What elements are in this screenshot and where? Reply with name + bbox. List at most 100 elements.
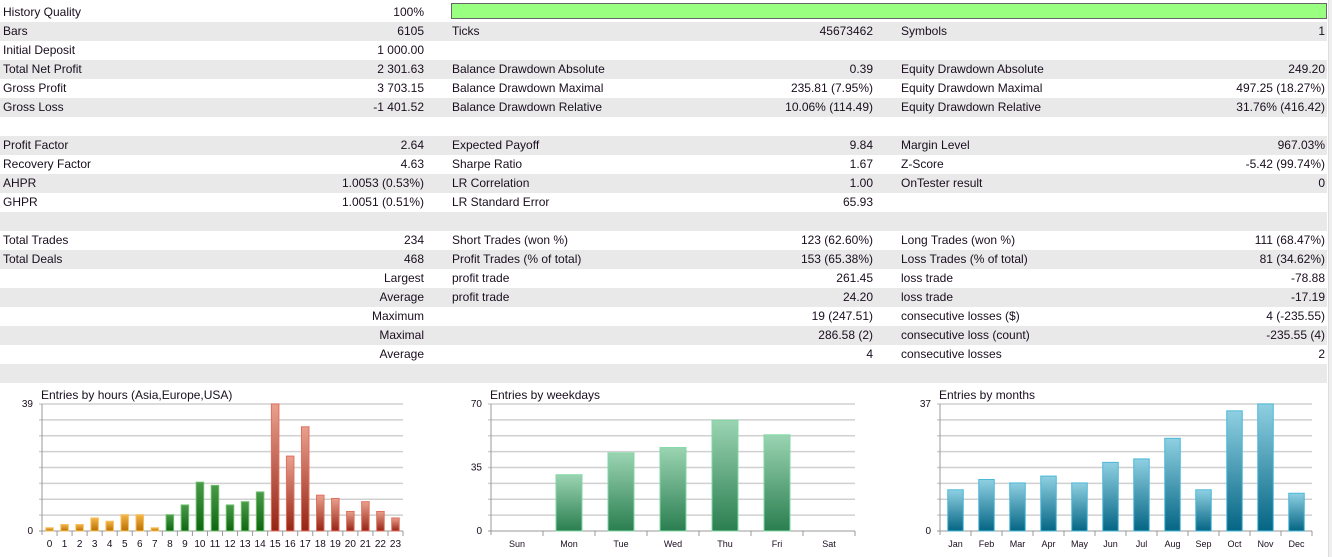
bar bbox=[135, 514, 145, 532]
stat-value: 65.93 bbox=[842, 195, 873, 209]
x-tick-label: Sat bbox=[822, 539, 836, 549]
chart-title: Entries by hours (Asia,Europe,USA) bbox=[41, 388, 232, 402]
chart-entries-by-hours: Entries by hours (Asia,Europe,USA)0390 1 2… bbox=[22, 388, 404, 550]
stats-cell: Recovery Factor 4.63 bbox=[3, 155, 424, 174]
bar bbox=[763, 434, 791, 532]
bar bbox=[947, 489, 964, 532]
stat-value: 6105 bbox=[397, 24, 424, 38]
stat-label: Z-Score bbox=[901, 157, 944, 171]
stats-row: Gross Profit 3 703.15 Balance Drawdown Max… bbox=[0, 79, 1327, 98]
stat-label: Initial Deposit bbox=[3, 43, 76, 57]
stat-value: 967.03% bbox=[1277, 138, 1325, 152]
stat-label: Balance Drawdown Relative bbox=[452, 100, 603, 114]
stat-label: profit trade bbox=[452, 290, 510, 304]
stats-cell: Initial Deposit 1 000.00 bbox=[3, 41, 424, 60]
stats-cell: OnTester result 0 bbox=[901, 174, 1325, 193]
x-tick-label: 17 bbox=[300, 539, 312, 550]
bar bbox=[1195, 489, 1212, 532]
stat-value: 19 (247.51) bbox=[811, 309, 873, 323]
stats-cell bbox=[452, 117, 873, 136]
stat-value: 468 bbox=[403, 252, 424, 266]
x-tick-label: Jun bbox=[1103, 539, 1118, 549]
stat-label: Equity Drawdown Relative bbox=[901, 100, 1042, 114]
x-tick-label: 12 bbox=[224, 539, 236, 550]
stats-cell: Symbols 1 bbox=[901, 22, 1325, 41]
stats-cell: Z-Score -5.42 (99.74%) bbox=[901, 155, 1325, 174]
stats-cell: loss trade -78.88 bbox=[901, 269, 1325, 288]
stat-value: 286.58 (2) bbox=[818, 328, 873, 342]
stat-value: 4 bbox=[866, 347, 873, 361]
history-quality-progress-bar bbox=[451, 3, 1327, 19]
stat-label: Total Net Profit bbox=[3, 62, 82, 76]
stat-label: Equity Drawdown Absolute bbox=[901, 62, 1044, 76]
stat-label: Bars bbox=[3, 24, 28, 38]
stats-cell bbox=[452, 41, 873, 60]
stat-value: 249.20 bbox=[1288, 62, 1325, 76]
stat-label: consecutive losses bbox=[901, 347, 1002, 361]
x-tick-label: Apr bbox=[1041, 539, 1055, 549]
stats-cell: Ticks 45673462 bbox=[452, 22, 873, 41]
stat-label: Loss Trades (% of total) bbox=[901, 252, 1028, 266]
bar bbox=[1071, 482, 1088, 532]
stats-row: Bars 6105 Ticks 45673462 Symbols 1 bbox=[0, 22, 1327, 41]
stats-row: Maximum 19 (247.51) consecutive losses ($)… bbox=[0, 307, 1327, 326]
stat-label: AHPR bbox=[3, 176, 37, 190]
bar bbox=[331, 497, 340, 532]
stats-row: Maximal 286.58 (2) consecutive loss (count… bbox=[0, 326, 1327, 345]
stat-label: Recovery Factor bbox=[3, 157, 92, 171]
stat-value: 2.64 bbox=[400, 138, 424, 152]
x-tick-label: 6 bbox=[137, 539, 143, 550]
stats-cell: 286.58 (2) bbox=[452, 326, 873, 345]
x-tick-label: Mon bbox=[560, 539, 578, 549]
stats-cell bbox=[3, 364, 424, 383]
stat-value: 9.84 bbox=[849, 138, 873, 152]
stat-value: 111 (68.47%) bbox=[1254, 233, 1325, 247]
x-tick-label: 20 bbox=[345, 539, 357, 550]
stat-value: 234 bbox=[403, 233, 424, 247]
stat-value: 235.81 (7.95%) bbox=[790, 81, 873, 95]
stats-cell: LR Correlation 1.00 bbox=[452, 174, 873, 193]
stats-cell: Profit Factor 2.64 bbox=[3, 136, 424, 155]
stats-row: Initial Deposit 1 000.00 bbox=[0, 41, 1327, 60]
stats-cell: consecutive loss (count) -235.55 (4) bbox=[901, 326, 1325, 345]
stat-label: GHPR bbox=[3, 195, 38, 209]
stat-label: Total Deals bbox=[3, 252, 63, 266]
chart-title: Entries by weekdays bbox=[490, 388, 600, 402]
stat-label: consecutive losses ($) bbox=[901, 309, 1020, 323]
stat-value: Average bbox=[379, 347, 424, 361]
x-tick-label: Tue bbox=[613, 539, 628, 549]
stat-value: 100% bbox=[393, 5, 424, 19]
stat-value: 81 (34.62%) bbox=[1259, 252, 1325, 266]
bar bbox=[255, 491, 265, 532]
x-tick-label: 0 bbox=[47, 539, 53, 550]
stat-label: LR Standard Error bbox=[452, 195, 550, 209]
stat-value: 261.45 bbox=[836, 271, 873, 285]
x-tick-label: Dec bbox=[1288, 539, 1305, 549]
x-tick-label: 16 bbox=[285, 539, 297, 550]
bar bbox=[391, 517, 400, 532]
y-tick-label: 0 bbox=[925, 526, 931, 537]
bar bbox=[165, 514, 175, 532]
stat-value: 497.25 (18.27%) bbox=[1236, 81, 1325, 95]
x-tick-label: 2 bbox=[77, 539, 83, 550]
stats-cell bbox=[452, 212, 873, 231]
x-tick-label: 22 bbox=[375, 539, 387, 550]
y-tick-label: 70 bbox=[471, 399, 483, 410]
stats-cell bbox=[901, 41, 1325, 60]
stats-cell: GHPR 1.0051 (0.51%) bbox=[3, 193, 424, 212]
x-tick-label: Wed bbox=[664, 539, 682, 549]
stats-cell bbox=[3, 212, 424, 231]
chart-entries-by-weekdays: Entries by weekdays 0 35 70 Sun Mon Tue Wed Thu F… bbox=[471, 388, 856, 549]
bar bbox=[1009, 482, 1026, 532]
stats-cell: Bars 6105 bbox=[3, 22, 424, 41]
x-tick-label: May bbox=[1071, 539, 1089, 549]
x-tick-label: Sun bbox=[509, 539, 525, 549]
stat-label: Long Trades (won %) bbox=[901, 233, 1016, 247]
stat-value: -5.42 (99.74%) bbox=[1245, 157, 1325, 171]
bar bbox=[346, 510, 355, 532]
stats-row: Total Deals 468 Profit Trades (% of total)… bbox=[0, 250, 1327, 269]
stat-value: 31.76% (416.42) bbox=[1236, 100, 1325, 114]
vertical-scrollbar[interactable] bbox=[1328, 0, 1332, 557]
bar bbox=[659, 447, 687, 532]
stats-row: Total Net Profit 2 301.63 Balance Drawdown… bbox=[0, 60, 1327, 79]
